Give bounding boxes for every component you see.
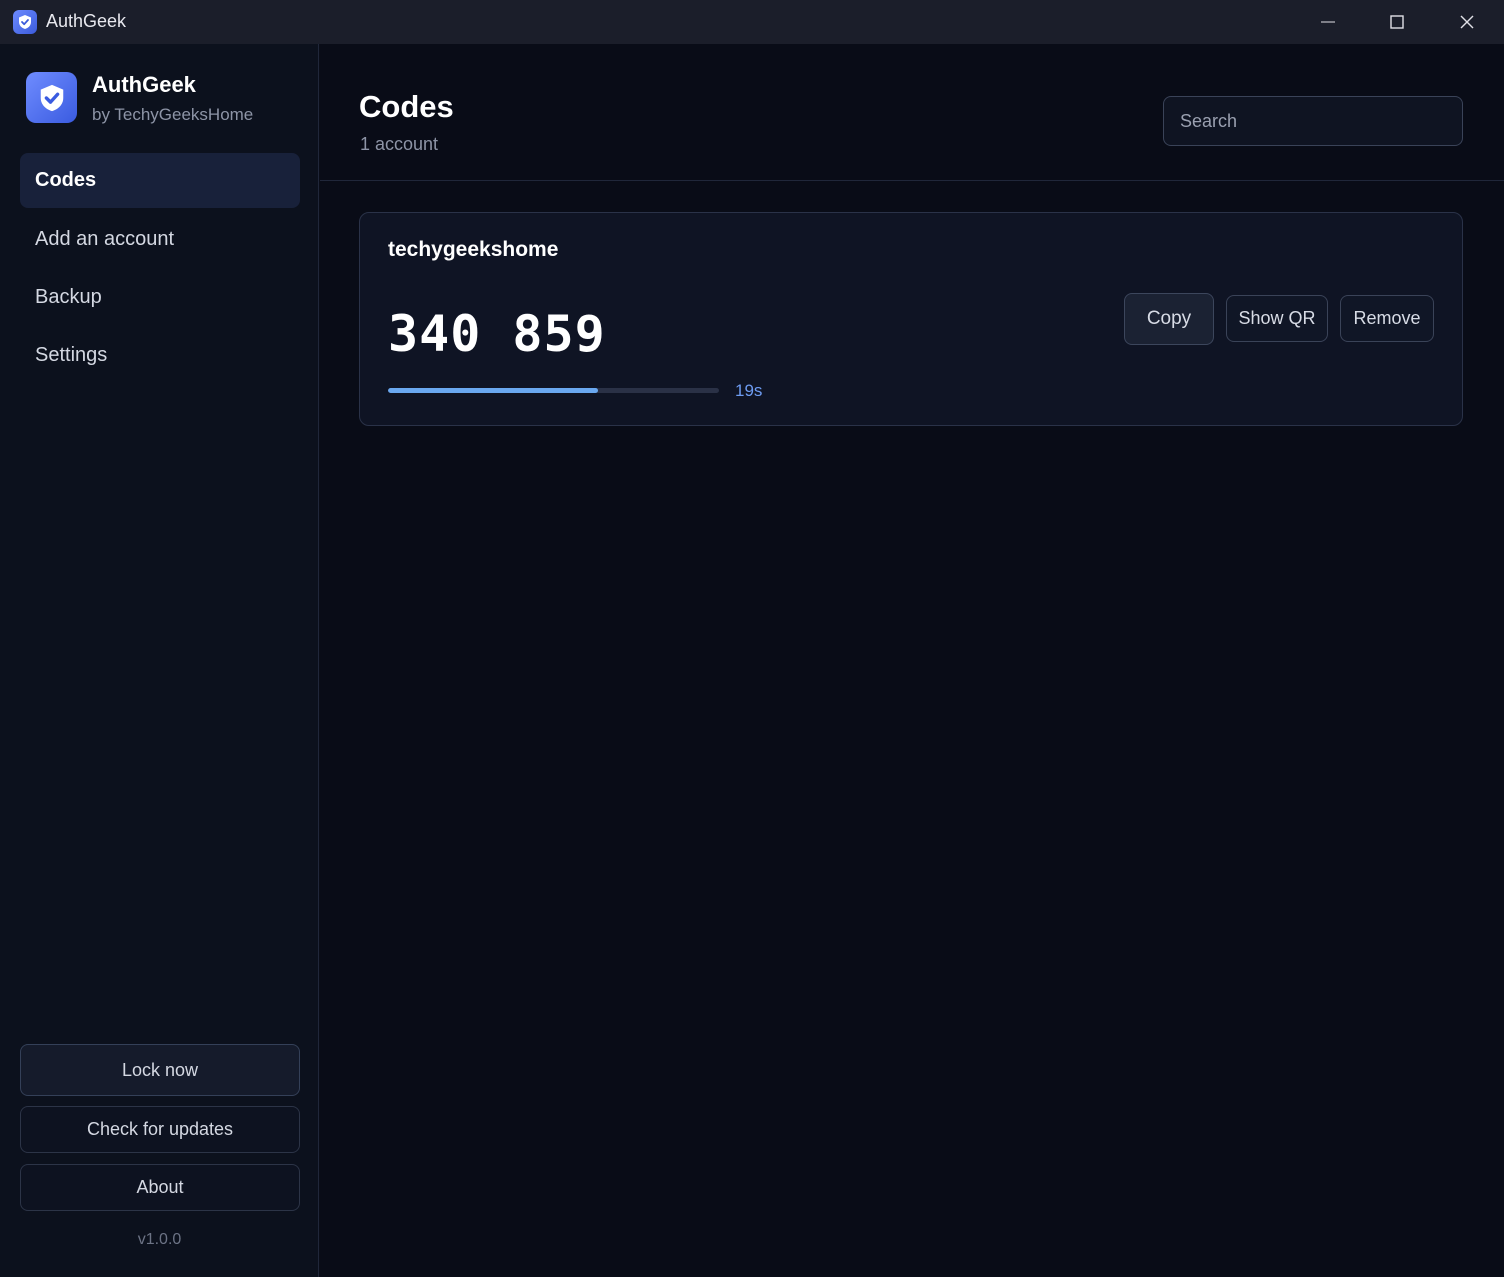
minimize-button[interactable]: [1293, 0, 1363, 44]
nav-item-backup[interactable]: Backup: [20, 270, 300, 325]
version-label: v1.0.0: [137, 1231, 182, 1248]
account-count: 1 account: [360, 134, 439, 154]
remove-button[interactable]: Remove: [1340, 295, 1434, 342]
maximize-button[interactable]: [1362, 0, 1432, 44]
nav-item-add-account[interactable]: Add an account: [20, 212, 300, 267]
app-shield-icon: [13, 10, 37, 34]
about-button[interactable]: About: [20, 1164, 300, 1211]
copy-button[interactable]: Copy: [1124, 293, 1214, 345]
header-divider: [320, 180, 1504, 181]
search-input[interactable]: [1163, 96, 1463, 146]
code-timer-progress-fill: [388, 388, 599, 393]
window-title: AuthGeek: [46, 11, 127, 31]
sidebar: AuthGeek by TechyGeeksHome Codes Add an …: [0, 44, 319, 1277]
title-bar: AuthGeek: [0, 0, 1504, 44]
close-button[interactable]: [1432, 0, 1502, 44]
brand-shield-icon: [26, 72, 77, 123]
nav-item-codes[interactable]: Codes: [20, 153, 300, 208]
brand-name: AuthGeek: [92, 72, 196, 97]
account-card: techygeekshome 340 859 19s Copy Show QR …: [359, 212, 1463, 426]
page-title: Codes: [359, 89, 454, 124]
maximize-icon: [1390, 15, 1404, 29]
close-icon: [1460, 15, 1474, 29]
check-updates-button[interactable]: Check for updates: [20, 1106, 300, 1153]
minimize-icon: [1321, 21, 1335, 23]
nav-item-settings[interactable]: Settings: [20, 328, 300, 383]
show-qr-button[interactable]: Show QR: [1226, 295, 1328, 342]
otp-code: 340 859: [388, 305, 606, 363]
code-timer-progress: [388, 388, 719, 393]
main-content: Codes 1 account techygeekshome 340 859 1…: [320, 44, 1504, 1277]
account-name: techygeekshome: [388, 238, 559, 261]
lock-now-button[interactable]: Lock now: [20, 1044, 300, 1096]
brand-subtitle: by TechyGeeksHome: [92, 105, 254, 124]
code-timer-label: 19s: [735, 381, 763, 400]
